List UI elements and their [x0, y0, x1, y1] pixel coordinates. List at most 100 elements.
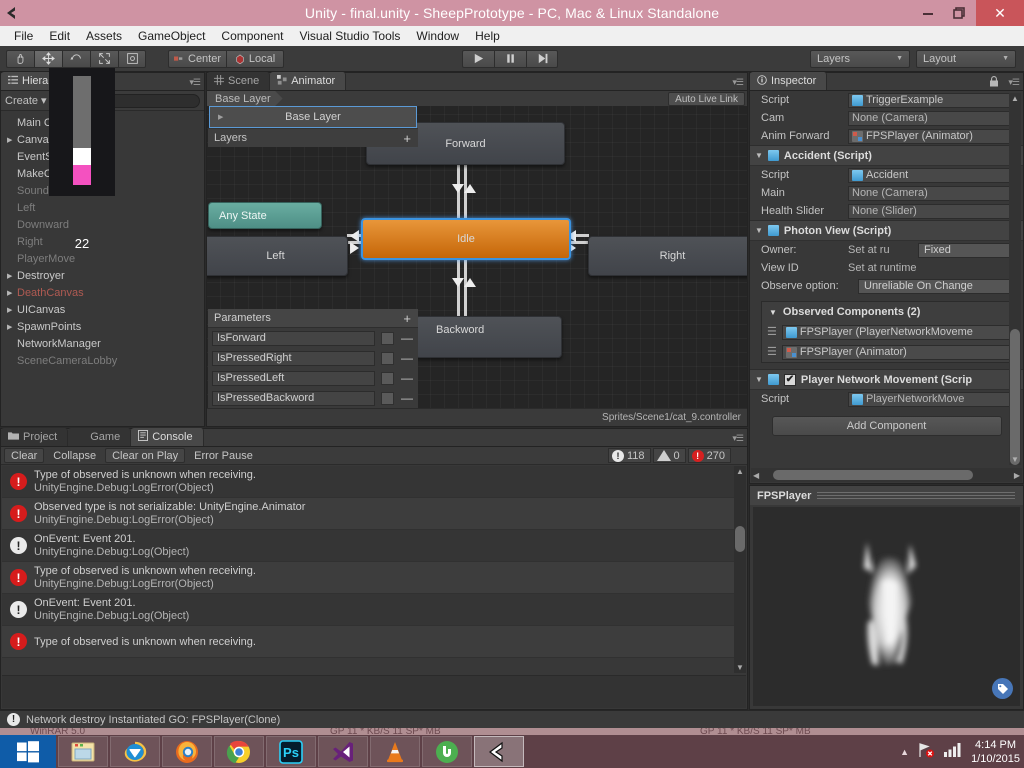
- parameter-checkbox[interactable]: [381, 391, 394, 405]
- photon-owner-dropdown[interactable]: Fixed: [918, 242, 1017, 258]
- parameter-row[interactable]: IsPressedBackword —: [208, 388, 418, 408]
- auto-live-link-button[interactable]: Auto Live Link: [668, 92, 745, 106]
- lock-icon[interactable]: [989, 76, 999, 90]
- state-node-idle[interactable]: Idle: [361, 218, 571, 260]
- scale-tool-icon[interactable]: [90, 49, 118, 68]
- scroll-up-arrow-icon[interactable]: ▲: [736, 467, 744, 476]
- observed-components-header[interactable]: ▼ Observed Components (2): [762, 302, 1014, 322]
- console-log-row[interactable]: ! OnEvent: Event 201. UnityEngine.Debug:Lo…: [2, 530, 734, 562]
- show-hidden-icons-button[interactable]: ▲: [900, 747, 909, 757]
- play-button-icon[interactable]: [462, 49, 494, 68]
- hierarchy-item-networkmanager[interactable]: NetworkManager: [1, 335, 204, 352]
- state-node-backword[interactable]: Backword: [415, 316, 562, 358]
- parameter-row[interactable]: IsForward —: [208, 328, 418, 348]
- counter-info[interactable]: ! 118: [607, 448, 651, 463]
- network-error-icon[interactable]: [918, 742, 935, 761]
- console-panel-menu-icon[interactable]: ▾☰: [732, 433, 744, 444]
- inspector-object-field[interactable]: FPSPlayer (Animator): [848, 128, 1017, 144]
- tab-project[interactable]: Project: [1, 428, 69, 446]
- console-scroll-thumb[interactable]: [735, 526, 745, 552]
- menu-item-assets[interactable]: Assets: [78, 27, 130, 45]
- chevron-down-icon[interactable]: ▼: [755, 226, 763, 235]
- parameter-row[interactable]: IsPressedRight —: [208, 348, 418, 368]
- component-header-accident-script[interactable]: ▼ Accident (Script): [750, 145, 1023, 166]
- scroll-left-arrow-icon[interactable]: ◀: [751, 471, 759, 480]
- observed-component-row[interactable]: ☰ FPSPlayer (PlayerNetworkMoveme: [762, 322, 1014, 342]
- menu-item-component[interactable]: Component: [213, 27, 291, 45]
- taskbar-clock[interactable]: 4:14 PM 1/10/2015: [971, 738, 1020, 766]
- parameter-name-field[interactable]: IsPressedRight: [212, 350, 375, 366]
- create-button[interactable]: Create ▾: [5, 94, 47, 108]
- parameter-name-field[interactable]: IsPressedBackword: [212, 390, 375, 406]
- taskbar-item-unity[interactable]: [474, 736, 524, 767]
- hierarchy-item-scenecameralobby[interactable]: SceneCameraLobby: [1, 352, 204, 369]
- console-log-row[interactable]: ! OnEvent: Event 201. UnityEngine.Debug:Lo…: [2, 594, 734, 626]
- console-log-row[interactable]: ! Type of observed is unknown when receiv…: [2, 466, 734, 498]
- remove-parameter-button[interactable]: —: [400, 391, 414, 405]
- inspector-panel-menu-icon[interactable]: ▾☰: [1008, 77, 1020, 88]
- hierarchy-item-uicanvas[interactable]: ▶ UICanvas: [1, 301, 204, 318]
- pivot-mode-button[interactable]: Center: [168, 49, 227, 68]
- add-component-button[interactable]: Add Component: [771, 416, 1002, 436]
- tab-inspector[interactable]: Inspector: [750, 72, 828, 90]
- console-detail-pane[interactable]: [2, 675, 746, 708]
- taskbar-item-firefox[interactable]: [162, 736, 212, 767]
- scroll-down-arrow-icon[interactable]: ▼: [736, 663, 744, 672]
- menu-item-edit[interactable]: Edit: [41, 27, 78, 45]
- inspector-object-field[interactable]: None (Camera): [848, 185, 1017, 201]
- taskbar-item-visual-studio[interactable]: [318, 736, 368, 767]
- animator-panel-menu-icon[interactable]: ▾☰: [732, 77, 744, 88]
- close-button[interactable]: ✕: [976, 0, 1024, 26]
- add-parameter-button[interactable]: +: [403, 311, 411, 326]
- drag-handle-icon[interactable]: ☰: [767, 326, 777, 337]
- inspector-vertical-scrollbar[interactable]: ▲ ▼: [1009, 93, 1021, 465]
- taskbar-item-internet-explorer[interactable]: [110, 736, 160, 767]
- rotate-tool-icon[interactable]: [62, 49, 90, 68]
- menu-item-help[interactable]: Help: [467, 27, 508, 45]
- move-tool-icon[interactable]: [34, 49, 62, 68]
- editor-status-bar[interactable]: ! Network destroy Instantiated GO: FPSPl…: [0, 710, 1024, 728]
- tab-game[interactable]: Game: [68, 428, 132, 446]
- taskbar-item-vlc[interactable]: [370, 736, 420, 767]
- chevron-down-icon[interactable]: ▼: [769, 308, 777, 317]
- console-log-row[interactable]: ! Type of observed is unknown when receiv…: [2, 562, 734, 594]
- scroll-down-arrow-icon[interactable]: ▼: [1011, 455, 1019, 464]
- taskbar-item-file-explorer[interactable]: [58, 736, 108, 767]
- state-node-right[interactable]: Right: [588, 236, 747, 276]
- hierarchy-item-playermove[interactable]: PlayerMove: [1, 250, 204, 267]
- component-enabled-checkbox[interactable]: ✔: [783, 373, 796, 386]
- observed-component-field[interactable]: FPSPlayer (Animator): [781, 344, 1010, 360]
- hierarchy-item-destroyer[interactable]: ▶ Destroyer: [1, 267, 204, 284]
- chevron-right-icon[interactable]: ▶: [7, 272, 17, 280]
- scroll-right-arrow-icon[interactable]: ▶: [1014, 471, 1022, 480]
- counter-warning[interactable]: 0: [652, 448, 686, 463]
- chevron-down-icon[interactable]: ▼: [755, 151, 763, 160]
- hierarchy-item-downward[interactable]: Downward: [1, 216, 204, 233]
- observed-component-row[interactable]: ☰ FPSPlayer (Animator): [762, 342, 1014, 362]
- taskbar-item-photoshop[interactable]: Ps: [266, 736, 316, 767]
- component-header-player-network-movement[interactable]: ▼ ✔ Player Network Movement (Scrip: [750, 369, 1023, 390]
- chevron-right-icon[interactable]: ▶: [7, 136, 17, 144]
- inspector-scroll-thumb[interactable]: [1010, 329, 1020, 465]
- console-log-list[interactable]: ! Type of observed is unknown when receiv…: [2, 466, 734, 673]
- taskbar-item-chrome[interactable]: [214, 736, 264, 767]
- inspector-object-field[interactable]: TriggerExample: [848, 92, 1017, 108]
- inspector-object-field[interactable]: None (Camera): [848, 110, 1017, 126]
- pnm-script-field[interactable]: PlayerNetworkMove: [848, 391, 1017, 407]
- start-button[interactable]: [0, 735, 56, 768]
- layer-item-base-layer[interactable]: ▶ Base Layer: [209, 106, 417, 128]
- parameter-name-field[interactable]: IsForward: [212, 330, 375, 346]
- step-button-icon[interactable]: [526, 49, 558, 68]
- chevron-right-icon[interactable]: ▶: [7, 306, 17, 314]
- observed-component-field[interactable]: FPSPlayer (PlayerNetworkMoveme: [781, 324, 1010, 340]
- hand-tool-icon[interactable]: [6, 49, 34, 68]
- console-vertical-scrollbar[interactable]: ▲ ▼: [734, 466, 746, 673]
- remove-parameter-button[interactable]: —: [400, 331, 414, 345]
- clear-on-play-toggle[interactable]: Clear on Play: [105, 448, 186, 463]
- component-header-photon-view[interactable]: ▼ Photon View (Script): [750, 220, 1023, 241]
- hierarchy-item-left[interactable]: Left: [1, 199, 204, 216]
- remove-parameter-button[interactable]: —: [400, 371, 414, 385]
- add-layer-button[interactable]: +: [403, 131, 411, 146]
- preview-drag-lines[interactable]: [817, 492, 1015, 499]
- console-log-row[interactable]: ! Observed type is not serializable: Unit…: [2, 498, 734, 530]
